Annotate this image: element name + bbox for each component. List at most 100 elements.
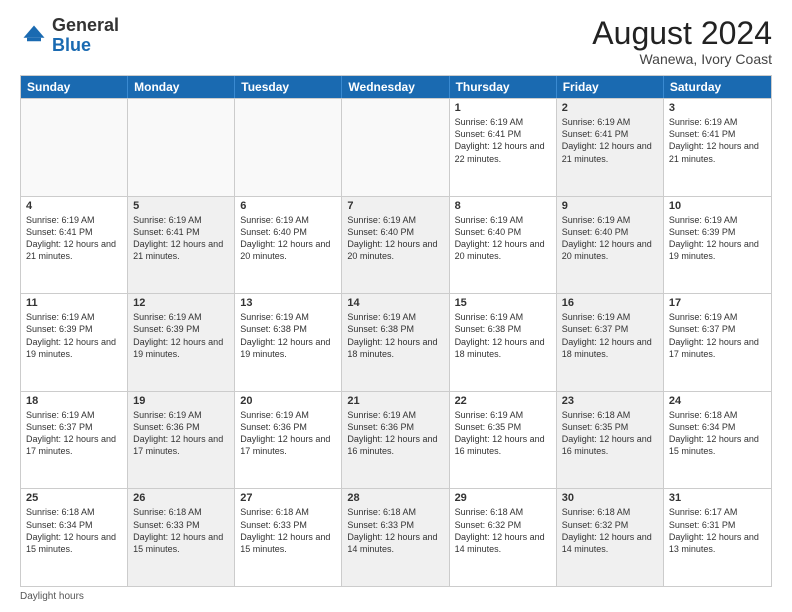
cell-details: Sunrise: 6:19 AM Sunset: 6:41 PM Dayligh…: [133, 214, 229, 263]
calendar-cell: 28 Sunrise: 6:18 AM Sunset: 6:33 PM Dayli…: [342, 489, 449, 586]
cell-details: Sunrise: 6:18 AM Sunset: 6:33 PM Dayligh…: [240, 506, 336, 555]
calendar: SundayMondayTuesdayWednesdayThursdayFrid…: [20, 75, 772, 587]
calendar-header: SundayMondayTuesdayWednesdayThursdayFrid…: [21, 76, 771, 98]
cell-details: Sunrise: 6:19 AM Sunset: 6:36 PM Dayligh…: [133, 409, 229, 458]
cell-details: Sunrise: 6:18 AM Sunset: 6:32 PM Dayligh…: [562, 506, 658, 555]
calendar-cell: 10Sunrise: 6:19 AM Sunset: 6:39 PM Dayli…: [664, 197, 771, 294]
page: General Blue August 2024 Wanewa, Ivory C…: [0, 0, 792, 612]
day-number: 25: [26, 492, 122, 504]
day-number: 3: [669, 102, 766, 114]
calendar-cell: 4 Sunrise: 6:19 AM Sunset: 6:41 PM Daylig…: [21, 197, 128, 294]
day-number: 17: [669, 297, 766, 309]
day-number: 16: [562, 297, 658, 309]
calendar-cell: 20 Sunrise: 6:19 AM Sunset: 6:36 PM Dayli…: [235, 392, 342, 489]
day-number: 29: [455, 492, 551, 504]
calendar-cell: 6 Sunrise: 6:19 AM Sunset: 6:40 PM Daylig…: [235, 197, 342, 294]
calendar-cell: 12Sunrise: 6:19 AM Sunset: 6:39 PM Dayli…: [128, 294, 235, 391]
calendar-cell: 21 Sunrise: 6:19 AM Sunset: 6:36 PM Dayli…: [342, 392, 449, 489]
day-number: 28: [347, 492, 443, 504]
day-number: 23: [562, 395, 658, 407]
day-number: 31: [669, 492, 766, 504]
cell-details: Sunrise: 6:19 AM Sunset: 6:36 PM Dayligh…: [240, 409, 336, 458]
day-number: 22: [455, 395, 551, 407]
calendar-cell: 22Sunrise: 6:19 AM Sunset: 6:35 PM Dayli…: [450, 392, 557, 489]
cell-details: Sunrise: 6:19 AM Sunset: 6:41 PM Dayligh…: [562, 116, 658, 165]
calendar-row: 25 Sunrise: 6:18 AM Sunset: 6:34 PM Dayli…: [21, 488, 771, 586]
calendar-cell: 2 Sunrise: 6:19 AM Sunset: 6:41 PM Daylig…: [557, 99, 664, 196]
day-number: 19: [133, 395, 229, 407]
calendar-row: 11 Sunrise: 6:19 AM Sunset: 6:39 PM Dayli…: [21, 293, 771, 391]
month-year: August 2024: [592, 16, 772, 51]
day-of-week-header: Monday: [128, 76, 235, 98]
cell-details: Sunrise: 6:19 AM Sunset: 6:41 PM Dayligh…: [26, 214, 122, 263]
footer-note: Daylight hours: [20, 591, 772, 602]
calendar-cell: 29 Sunrise: 6:18 AM Sunset: 6:32 PM Dayli…: [450, 489, 557, 586]
day-number: 14: [347, 297, 443, 309]
day-number: 2: [562, 102, 658, 114]
calendar-body: 1 Sunrise: 6:19 AM Sunset: 6:41 PM Daylig…: [21, 98, 771, 586]
cell-details: Sunrise: 6:19 AM Sunset: 6:38 PM Dayligh…: [240, 311, 336, 360]
day-number: 11: [26, 297, 122, 309]
day-of-week-header: Thursday: [450, 76, 557, 98]
calendar-cell: 17 Sunrise: 6:19 AM Sunset: 6:37 PM Dayli…: [664, 294, 771, 391]
location: Wanewa, Ivory Coast: [592, 51, 772, 67]
day-number: 30: [562, 492, 658, 504]
cell-details: Sunrise: 6:19 AM Sunset: 6:37 PM Dayligh…: [562, 311, 658, 360]
cell-details: Sunrise: 6:19 AM Sunset: 6:40 PM Dayligh…: [455, 214, 551, 263]
calendar-cell: 1 Sunrise: 6:19 AM Sunset: 6:41 PM Daylig…: [450, 99, 557, 196]
calendar-cell: [235, 99, 342, 196]
day-of-week-header: Friday: [557, 76, 664, 98]
calendar-cell: 3 Sunrise: 6:19 AM Sunset: 6:41 PM Daylig…: [664, 99, 771, 196]
cell-details: Sunrise: 6:19 AM Sunset: 6:38 PM Dayligh…: [347, 311, 443, 360]
day-number: 24: [669, 395, 766, 407]
logo-icon: [20, 22, 48, 50]
calendar-row: 1 Sunrise: 6:19 AM Sunset: 6:41 PM Daylig…: [21, 98, 771, 196]
logo-text: General Blue: [52, 16, 119, 56]
day-of-week-header: Saturday: [664, 76, 771, 98]
calendar-cell: 27 Sunrise: 6:18 AM Sunset: 6:33 PM Dayli…: [235, 489, 342, 586]
cell-details: Sunrise: 6:19 AM Sunset: 6:36 PM Dayligh…: [347, 409, 443, 458]
day-number: 20: [240, 395, 336, 407]
logo-general: General: [52, 15, 119, 35]
day-number: 15: [455, 297, 551, 309]
day-of-week-header: Tuesday: [235, 76, 342, 98]
cell-details: Sunrise: 6:19 AM Sunset: 6:39 PM Dayligh…: [26, 311, 122, 360]
calendar-cell: 30 Sunrise: 6:18 AM Sunset: 6:32 PM Dayli…: [557, 489, 664, 586]
logo-blue: Blue: [52, 35, 91, 55]
calendar-cell: 31Sunrise: 6:17 AM Sunset: 6:31 PM Dayli…: [664, 489, 771, 586]
cell-details: Sunrise: 6:18 AM Sunset: 6:34 PM Dayligh…: [669, 409, 766, 458]
cell-details: Sunrise: 6:19 AM Sunset: 6:41 PM Dayligh…: [455, 116, 551, 165]
logo: General Blue: [20, 16, 119, 56]
calendar-cell: 13Sunrise: 6:19 AM Sunset: 6:38 PM Dayli…: [235, 294, 342, 391]
calendar-cell: 25 Sunrise: 6:18 AM Sunset: 6:34 PM Dayli…: [21, 489, 128, 586]
day-number: 1: [455, 102, 551, 114]
cell-details: Sunrise: 6:19 AM Sunset: 6:40 PM Dayligh…: [240, 214, 336, 263]
day-number: 12: [133, 297, 229, 309]
calendar-cell: 7Sunrise: 6:19 AM Sunset: 6:40 PM Daylig…: [342, 197, 449, 294]
cell-details: Sunrise: 6:18 AM Sunset: 6:33 PM Dayligh…: [347, 506, 443, 555]
cell-details: Sunrise: 6:19 AM Sunset: 6:37 PM Dayligh…: [669, 311, 766, 360]
calendar-cell: 26 Sunrise: 6:18 AM Sunset: 6:33 PM Dayli…: [128, 489, 235, 586]
calendar-cell: [342, 99, 449, 196]
cell-details: Sunrise: 6:18 AM Sunset: 6:33 PM Dayligh…: [133, 506, 229, 555]
day-number: 27: [240, 492, 336, 504]
day-number: 4: [26, 200, 122, 212]
calendar-cell: 8Sunrise: 6:19 AM Sunset: 6:40 PM Daylig…: [450, 197, 557, 294]
day-number: 26: [133, 492, 229, 504]
cell-details: Sunrise: 6:18 AM Sunset: 6:32 PM Dayligh…: [455, 506, 551, 555]
calendar-cell: 15Sunrise: 6:19 AM Sunset: 6:38 PM Dayli…: [450, 294, 557, 391]
day-of-week-header: Sunday: [21, 76, 128, 98]
cell-details: Sunrise: 6:18 AM Sunset: 6:34 PM Dayligh…: [26, 506, 122, 555]
cell-details: Sunrise: 6:19 AM Sunset: 6:37 PM Dayligh…: [26, 409, 122, 458]
cell-details: Sunrise: 6:19 AM Sunset: 6:40 PM Dayligh…: [347, 214, 443, 263]
title-block: August 2024 Wanewa, Ivory Coast: [592, 16, 772, 67]
day-number: 6: [240, 200, 336, 212]
day-of-week-header: Wednesday: [342, 76, 449, 98]
calendar-cell: 23Sunrise: 6:18 AM Sunset: 6:35 PM Dayli…: [557, 392, 664, 489]
day-number: 21: [347, 395, 443, 407]
calendar-cell: [21, 99, 128, 196]
day-number: 9: [562, 200, 658, 212]
calendar-cell: 14 Sunrise: 6:19 AM Sunset: 6:38 PM Dayli…: [342, 294, 449, 391]
cell-details: Sunrise: 6:19 AM Sunset: 6:41 PM Dayligh…: [669, 116, 766, 165]
calendar-cell: 24 Sunrise: 6:18 AM Sunset: 6:34 PM Dayli…: [664, 392, 771, 489]
